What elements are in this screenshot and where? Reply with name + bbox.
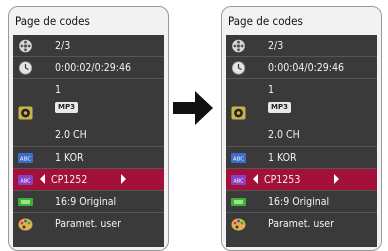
arrow-left-icon[interactable] [40,174,45,184]
audio-track: 1 [268,84,275,96]
audio-channels: 2.0 CH [268,129,300,141]
film-reel-icon [232,39,245,53]
abc-subtitle-icon: ABC [18,153,33,163]
aspect-value: 16:9 Original [268,196,330,208]
svg-text:ABC: ABC [20,179,31,185]
option-row-title[interactable]: 2/3 [13,35,164,57]
option-row-codepage[interactable]: ABC CP1252 [13,169,164,191]
option-row-picture[interactable]: Paramet. user [226,213,377,235]
film-reel-icon [19,39,32,53]
option-row-codepage[interactable]: ABC CP1253 [226,169,377,191]
subtitle-value: 1 KOR [55,152,84,164]
clock-icon [231,61,246,75]
option-row-aspect[interactable]: 16:9 Original [226,191,377,213]
option-row-audio[interactable]: 1 MP3 2.0 CH [226,79,377,147]
svg-text:ABC: ABC [233,179,244,185]
title-value: 2/3 [55,40,71,52]
codepage-value: CP1252 [51,174,88,186]
menu-panel-before: Page de codes 2/3 0:00:02/0:29:46 1 MP3 … [8,6,169,251]
subtitle-value: 1 KOR [268,152,297,164]
aspect-ratio-icon [18,198,33,206]
codepage-value: CP1253 [264,174,301,186]
option-list: 2/3 0:00:02/0:29:46 1 MP3 2.0 CH ABC 1 K… [13,35,164,247]
arrow-left-icon[interactable] [253,174,258,184]
picture-mode-value: Paramet. user [268,218,335,230]
picture-mode-value: Paramet. user [55,218,122,230]
option-row-title[interactable]: 2/3 [226,35,377,57]
option-row-aspect[interactable]: 16:9 Original [13,191,164,213]
option-row-picture[interactable]: Paramet. user [13,213,164,235]
aspect-value: 16:9 Original [55,196,117,208]
time-value: 0:00:04/0:29:46 [268,62,345,74]
menu-panel-after: Page de codes 2/3 0:00:04/0:29:46 1 MP3 … [221,6,382,251]
svg-text:ABC: ABC [233,157,244,163]
panel-title: Page de codes [15,14,90,28]
arrow-right-icon[interactable] [334,174,339,184]
speaker-icon [231,106,246,120]
option-row-subtitle[interactable]: ABC 1 KOR [226,147,377,169]
aspect-ratio-icon [231,198,246,206]
abc-codepage-icon: ABC [231,175,246,185]
clock-icon [18,61,33,75]
time-value: 0:00:02/0:29:46 [55,62,132,74]
palette-icon [231,218,246,231]
option-row-audio[interactable]: 1 MP3 2.0 CH [13,79,164,147]
title-value: 2/3 [268,40,284,52]
option-row-time[interactable]: 0:00:04/0:29:46 [226,57,377,79]
audio-channels: 2.0 CH [55,129,87,141]
option-list: 2/3 0:00:04/0:29:46 1 MP3 2.0 CH ABC 1 K… [226,35,377,247]
option-row-subtitle[interactable]: ABC 1 KOR [13,147,164,169]
abc-codepage-icon: ABC [18,175,33,185]
audio-format-badge: MP3 [55,102,78,113]
option-row-time[interactable]: 0:00:02/0:29:46 [13,57,164,79]
transition-arrow-icon [173,91,213,125]
audio-track: 1 [55,84,62,96]
speaker-icon [18,106,33,120]
panel-title: Page de codes [228,14,303,28]
audio-format-badge: MP3 [268,102,291,113]
abc-subtitle-icon: ABC [231,153,246,163]
svg-text:ABC: ABC [20,157,31,163]
arrow-right-icon[interactable] [121,174,126,184]
palette-icon [18,218,33,231]
